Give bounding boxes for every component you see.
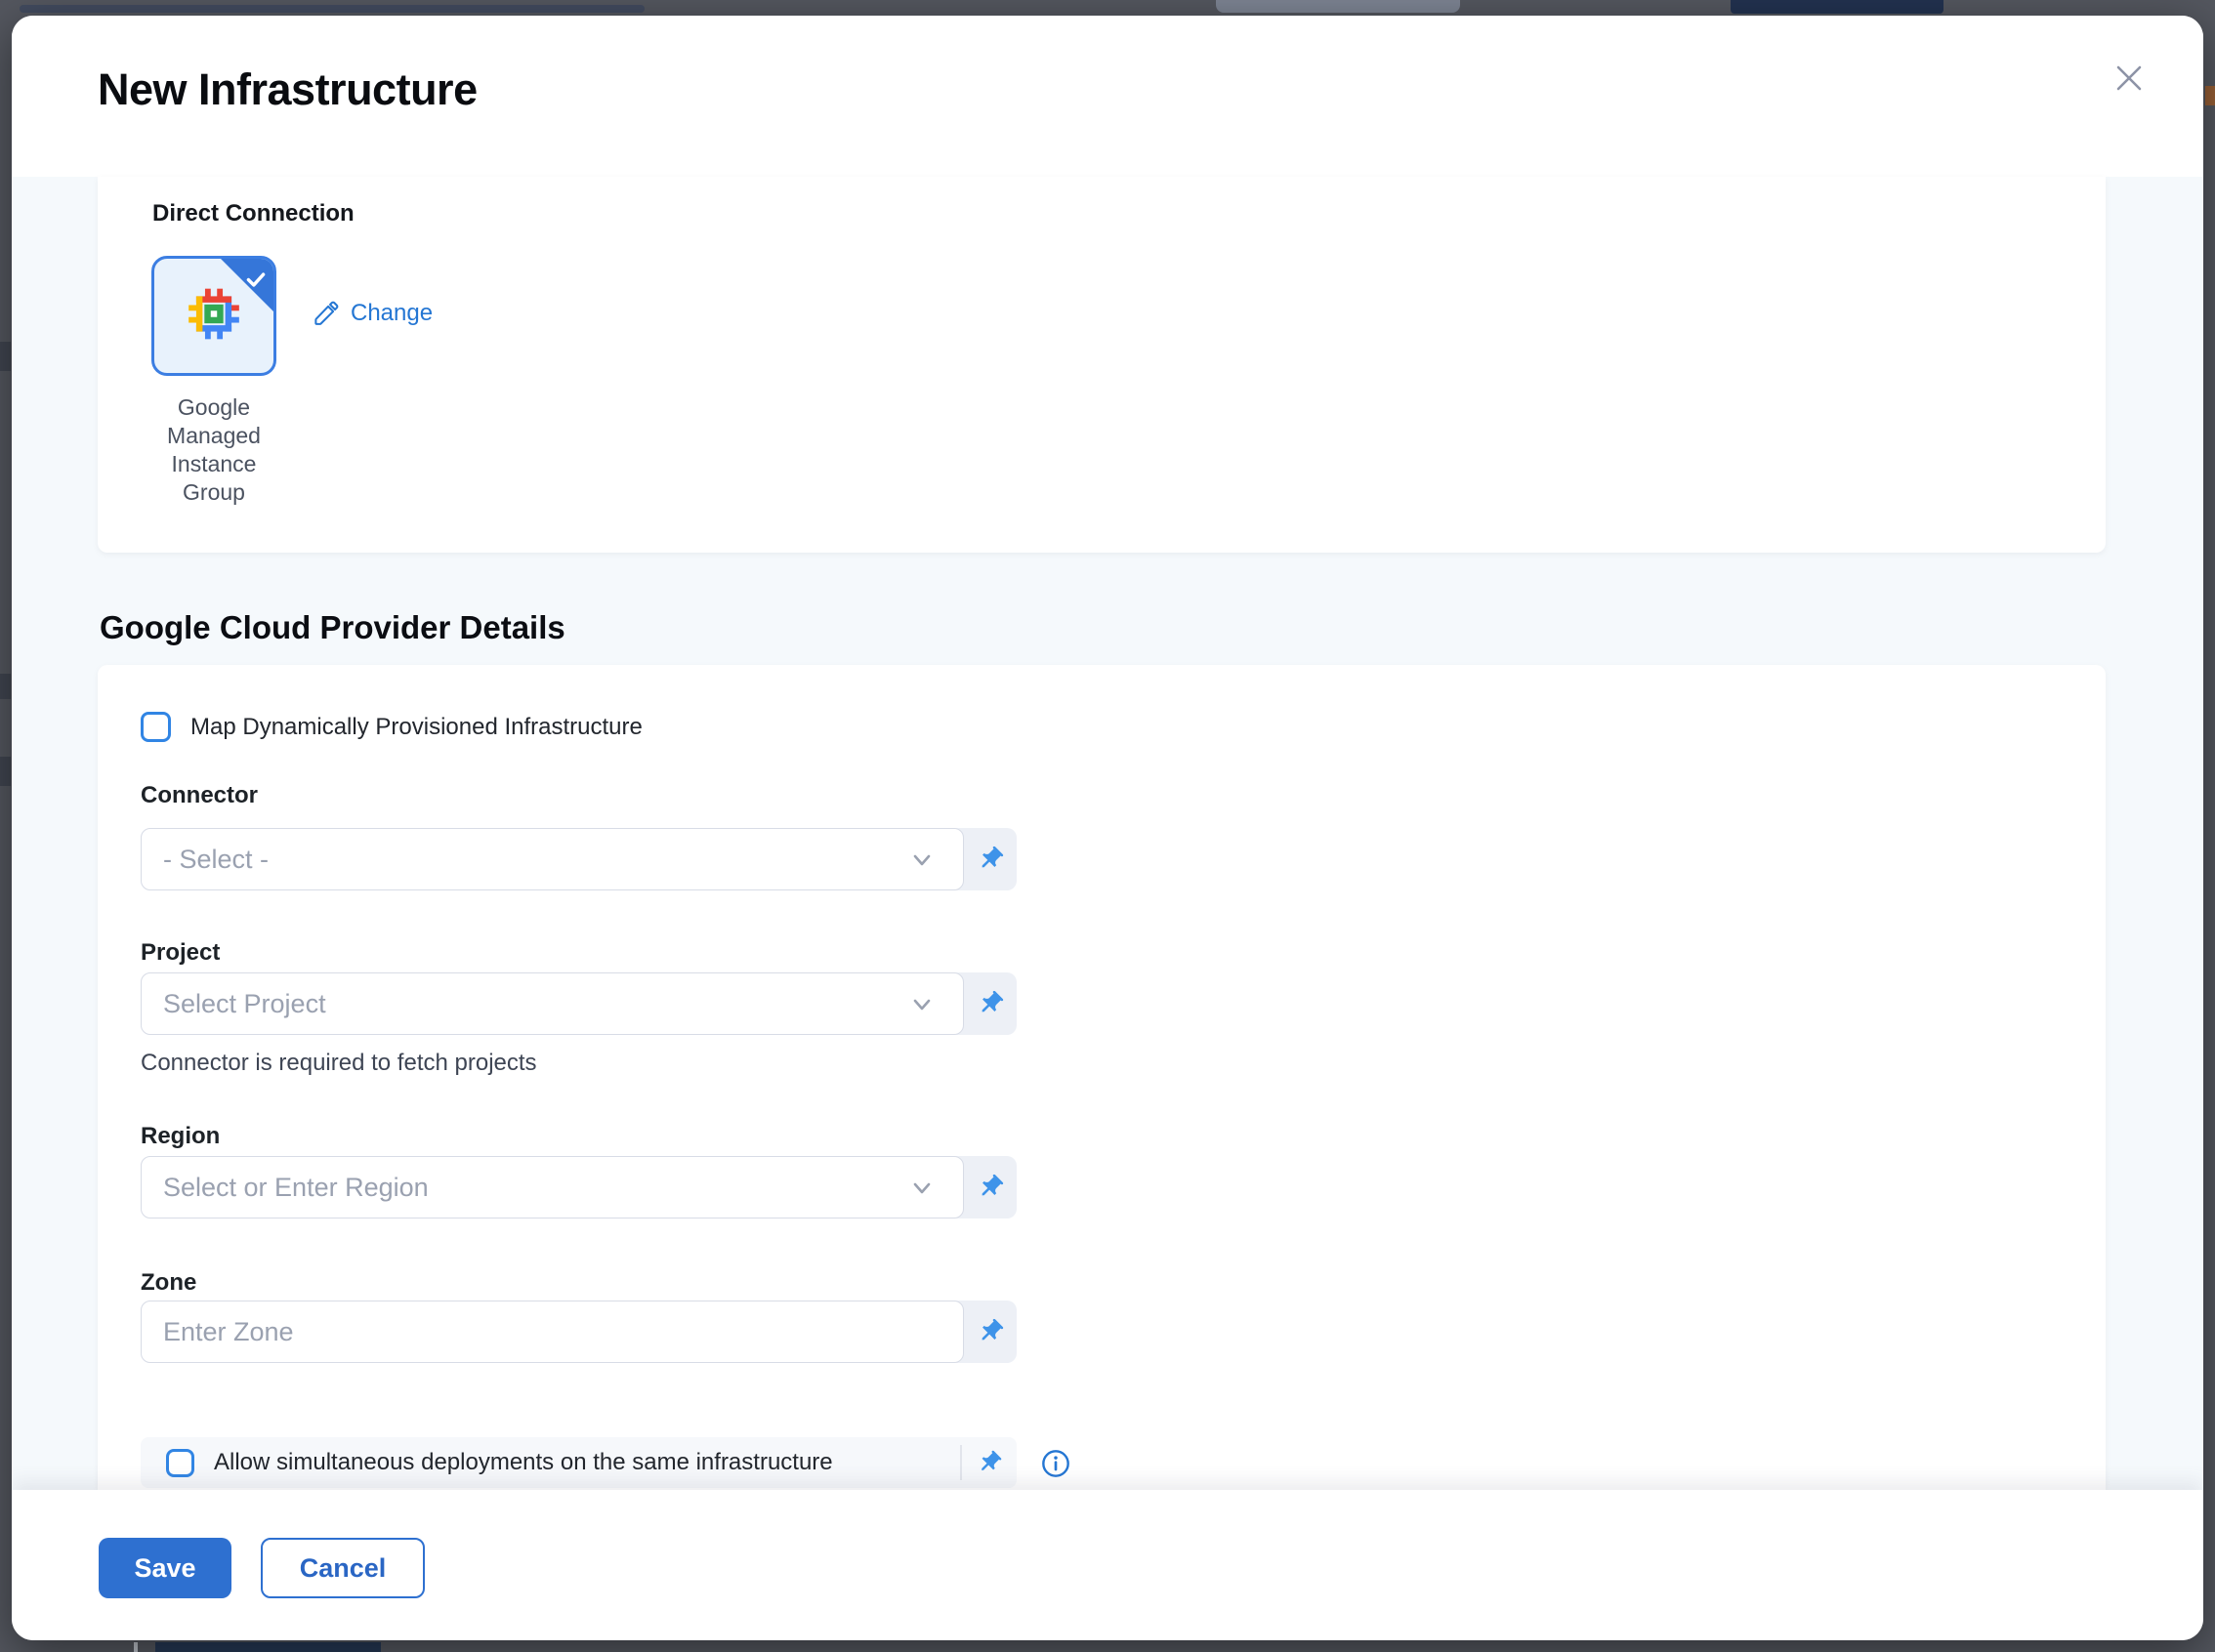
close-icon[interactable] xyxy=(2106,55,2152,102)
map-dynamic-row: Map Dynamically Provisioned Infrastructu… xyxy=(141,712,643,742)
simultaneous-pin-button[interactable] xyxy=(962,1437,1017,1488)
direct-connection-label: Direct Connection xyxy=(152,200,355,227)
zone-input[interactable] xyxy=(141,1301,964,1363)
backdrop-left-mark-2 xyxy=(0,674,11,699)
zone-pin-button[interactable] xyxy=(964,1301,1017,1363)
save-button[interactable]: Save xyxy=(99,1538,231,1598)
map-dynamic-label: Map Dynamically Provisioned Infrastructu… xyxy=(190,714,643,741)
zone-field xyxy=(141,1301,1017,1363)
project-field xyxy=(141,972,1017,1035)
dialog-content: Direct Connection xyxy=(12,177,2203,1490)
info-icon[interactable] xyxy=(1040,1448,1071,1479)
gcp-details-heading: Google Cloud Provider Details xyxy=(100,609,565,646)
pushpin-icon xyxy=(970,839,1011,880)
simultaneous-label: Allow simultaneous deployments on the sa… xyxy=(214,1449,960,1476)
dialog-header: New Infrastructure xyxy=(12,16,2203,177)
connector-select[interactable] xyxy=(141,828,964,890)
dialog-footer: Save Cancel xyxy=(12,1490,2203,1640)
change-button[interactable]: Change xyxy=(313,300,433,327)
backdrop-text-hint xyxy=(20,5,645,13)
backdrop-left-mark-1 xyxy=(0,342,11,371)
backdrop-left-mark-3 xyxy=(0,757,11,786)
change-label: Change xyxy=(351,300,433,327)
project-label: Project xyxy=(141,939,220,967)
backdrop-badge-hint xyxy=(1216,0,1460,13)
dialog-title: New Infrastructure xyxy=(98,64,478,115)
gcp-details-section: Map Dynamically Provisioned Infrastructu… xyxy=(98,665,2106,1490)
pencil-icon xyxy=(313,301,339,327)
backdrop-right-orange xyxy=(2205,86,2215,105)
region-pin-button[interactable] xyxy=(964,1156,1017,1218)
backdrop-bottom-tick xyxy=(134,1642,138,1652)
selected-deployment-type-label: Google Managed Instance Group xyxy=(141,393,287,507)
region-label: Region xyxy=(141,1123,220,1150)
pushpin-icon xyxy=(970,983,1011,1024)
simultaneous-deployments-row: Allow simultaneous deployments on the sa… xyxy=(141,1437,1017,1488)
zone-label: Zone xyxy=(141,1269,196,1297)
cancel-button[interactable]: Cancel xyxy=(261,1538,425,1598)
deployment-type-tile-google-managed-instance-group[interactable] xyxy=(151,256,276,376)
region-select[interactable] xyxy=(141,1156,964,1218)
project-helper-text: Connector is required to fetch projects xyxy=(141,1050,537,1077)
checkmark-icon xyxy=(243,267,269,297)
direct-connection-section: Direct Connection xyxy=(98,177,2106,553)
pushpin-icon xyxy=(970,1167,1011,1208)
backdrop-bottom-bar xyxy=(155,1642,381,1652)
map-dynamic-checkbox[interactable] xyxy=(141,712,171,742)
project-select[interactable] xyxy=(141,972,964,1035)
pushpin-icon xyxy=(970,1311,1011,1352)
backdrop-button-hint xyxy=(1731,0,1943,14)
region-field xyxy=(141,1156,1017,1218)
simultaneous-checkbox[interactable] xyxy=(166,1449,194,1477)
pushpin-icon xyxy=(970,1443,1009,1482)
connector-field xyxy=(141,828,1017,890)
connector-pin-button[interactable] xyxy=(964,828,1017,890)
connector-label: Connector xyxy=(141,782,258,809)
project-pin-button[interactable] xyxy=(964,972,1017,1035)
new-infrastructure-dialog: New Infrastructure Direct Connection xyxy=(12,16,2203,1640)
